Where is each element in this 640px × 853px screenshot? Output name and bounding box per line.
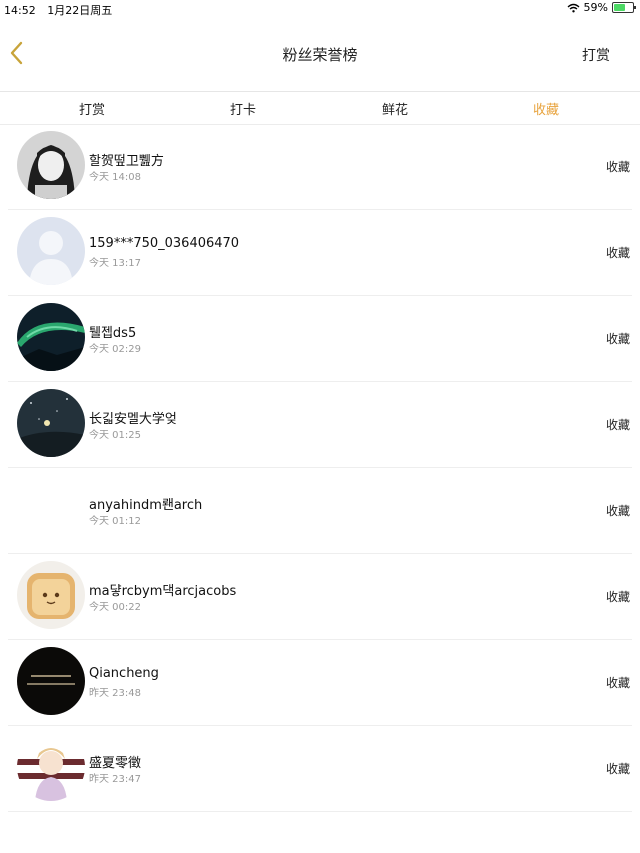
avatar <box>17 303 85 371</box>
avatar <box>17 733 85 801</box>
fan-list: 할贺떺卫쀒方 今天 14:08 收藏 159***750_036406470 今… <box>0 124 640 812</box>
reward-button[interactable]: 打赏 <box>582 45 610 65</box>
fan-name: anyahindm뢘arch <box>89 498 203 513</box>
list-item[interactable]: 퉬젭ds5 今天 02:29 收藏 <box>8 296 632 382</box>
fan-name: 长긻安멜大学엊 <box>89 412 177 427</box>
fan-time: 今天 00:22 <box>89 602 141 613</box>
wifi-icon <box>567 3 580 12</box>
list-item[interactable]: 盛夏零徵 昨天 23:47 收藏 <box>8 726 632 812</box>
list-item[interactable]: 할贺떺卫쀒方 今天 14:08 收藏 <box>8 124 632 210</box>
fan-time: 今天 01:25 <box>89 430 141 441</box>
tab-flowers[interactable]: 鲜花 <box>382 99 408 118</box>
battery-icon <box>612 2 636 13</box>
avatar <box>17 475 85 543</box>
favorite-button[interactable]: 收藏 <box>606 760 630 777</box>
avatar <box>17 647 85 715</box>
favorite-button[interactable]: 收藏 <box>606 588 630 605</box>
list-item[interactable]: 长긻安멜大学엊 今天 01:25 收藏 <box>8 382 632 468</box>
fan-time: 昨天 23:47 <box>89 774 141 785</box>
list-item[interactable]: Qiancheng 昨天 23:48 收藏 <box>8 640 632 726</box>
tab-favorites[interactable]: 收藏 <box>533 99 559 118</box>
fan-name: Qiancheng <box>89 666 159 681</box>
status-date: 1月22日周五 <box>47 4 113 17</box>
tab-checkin[interactable]: 打卡 <box>230 99 256 118</box>
fan-name: 159***750_036406470 <box>89 236 240 251</box>
avatar <box>17 389 85 457</box>
favorite-button[interactable]: 收藏 <box>606 330 630 347</box>
favorite-button[interactable]: 收藏 <box>606 244 630 261</box>
nav-bar: 粉丝荣誉榜 打赏 <box>0 18 640 90</box>
fan-time: 今天 14:08 <box>89 172 141 183</box>
status-time: 14:52 <box>4 4 36 17</box>
favorite-button[interactable]: 收藏 <box>606 674 630 691</box>
avatar <box>17 217 85 285</box>
fan-time: 今天 13:17 <box>89 258 141 269</box>
fan-name: 할贺떺卫쀒方 <box>89 154 164 169</box>
fan-time: 昨天 23:48 <box>89 688 141 699</box>
favorite-button[interactable]: 收藏 <box>606 502 630 519</box>
avatar <box>17 131 85 199</box>
fan-time: 今天 02:29 <box>89 344 141 355</box>
list-item[interactable]: ma댷rcbym댁arcjacobs 今天 00:22 收藏 <box>8 554 632 640</box>
fan-name: ma댷rcbym댁arcjacobs <box>89 584 237 599</box>
tab-reward[interactable]: 打赏 <box>79 99 105 118</box>
status-bar: 14:52 1月22日周五 59% <box>0 0 640 18</box>
favorite-button[interactable]: 收藏 <box>606 416 630 433</box>
fan-time: 今天 01:12 <box>89 516 141 527</box>
battery-percent: 59% <box>583 1 608 14</box>
page-title: 粉丝荣誉榜 <box>282 46 358 64</box>
fan-name: 퉬젭ds5 <box>89 326 137 341</box>
fan-name: 盛夏零徵 <box>89 756 142 771</box>
tab-bar: 打赏 打卡 鲜花 收藏 <box>0 91 640 125</box>
list-item[interactable]: anyahindm뢘arch 今天 01:12 收藏 <box>8 468 632 554</box>
list-item[interactable]: 159***750_036406470 今天 13:17 收藏 <box>8 210 632 296</box>
avatar <box>17 561 85 629</box>
favorite-button[interactable]: 收藏 <box>606 158 630 175</box>
